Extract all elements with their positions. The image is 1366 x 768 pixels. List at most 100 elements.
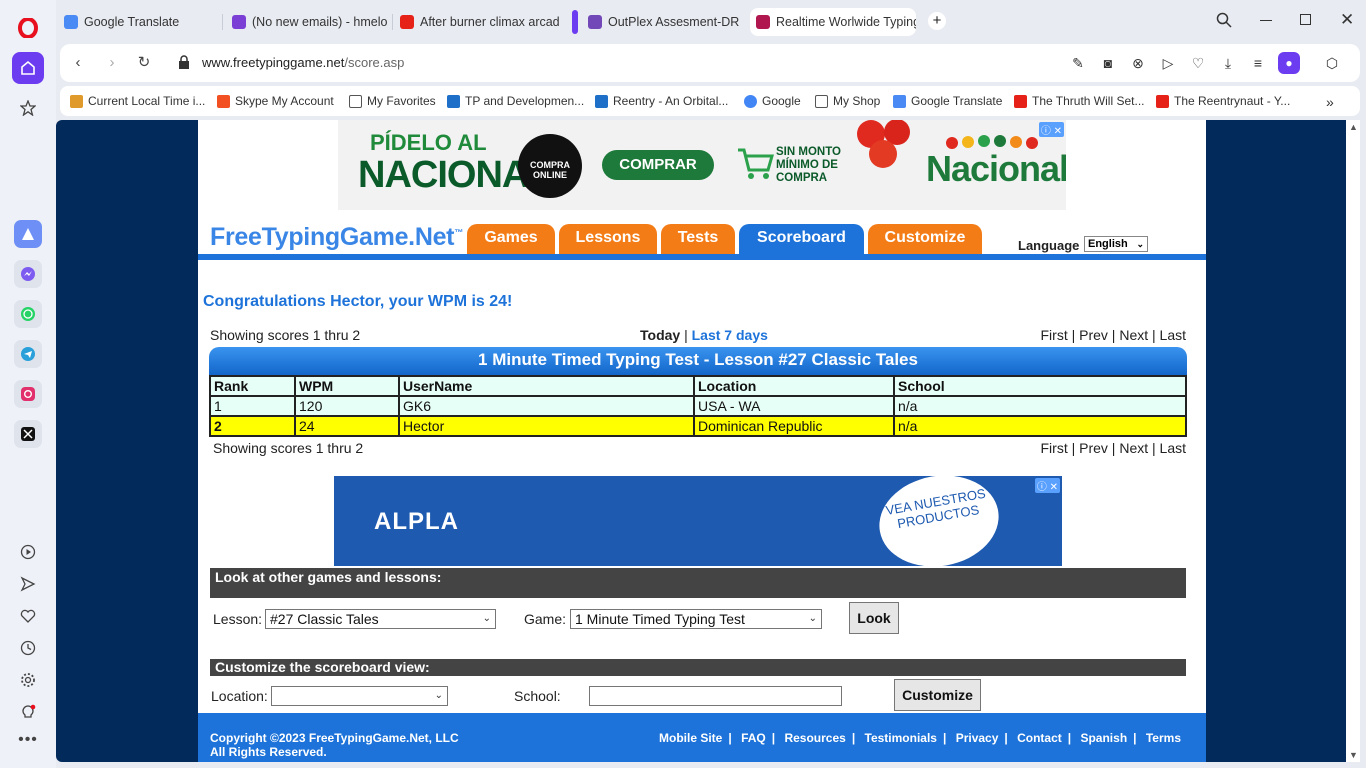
send-icon[interactable] [12,568,44,600]
tab-youtube[interactable]: After burner climax arcade [394,8,560,36]
settings-gear-icon[interactable] [12,664,44,696]
url-text[interactable]: www.freetypinggame.net/score.asp [202,55,404,70]
header-username[interactable]: UserName [398,375,695,397]
minimize-icon[interactable] [1260,20,1272,21]
edit-icon[interactable]: ✎ [1070,55,1086,71]
youtube-icon [400,15,414,29]
scroll-up-icon[interactable]: ▲ [1349,122,1358,132]
lesson-value: #27 Classic Tales [270,611,379,627]
header-school[interactable]: School [893,375,1187,397]
school-input[interactable] [589,686,842,706]
player-icon[interactable] [12,536,44,568]
address-bar[interactable]: ‹ › ↻ www.freetypinggame.net/score.asp ✎… [60,44,1360,82]
nav-tab-games[interactable]: Games [467,224,555,256]
bookmark-item[interactable]: Google [744,94,801,108]
footer-link-resources[interactable]: Resources [784,731,845,745]
bookmark-item[interactable]: Reentry - An Orbital... [595,94,728,108]
new-tab-plus-icon[interactable]: + [928,12,946,30]
nav-tab-tests[interactable]: Tests [661,224,735,256]
ad-cta[interactable]: VEA NUESTROS PRODUCTOS [872,476,1006,566]
tab-search-icon[interactable] [1216,12,1232,32]
pinboard-heart-icon[interactable]: ♡ [1190,55,1206,71]
nav-tab-lessons[interactable]: Lessons [559,224,657,256]
location-select[interactable]: ⌄ [271,686,448,706]
download-icon[interactable]: ⤓ [1220,55,1236,71]
scroll-down-icon[interactable]: ▼ [1349,750,1358,760]
bookmarks-overflow-chevron-icon[interactable]: » [1326,94,1334,110]
ad-choices-icon[interactable]: ⓘ ✕ [1034,478,1060,493]
bookmark-item[interactable]: The Thruth Will Set... [1014,94,1144,108]
opera-logo-icon[interactable] [12,12,44,44]
bookmark-item[interactable]: TP and Developmen... [447,94,584,108]
profile-avatar-icon[interactable]: ● [1278,52,1300,74]
nav-tab-scoreboard[interactable]: Scoreboard [739,224,864,256]
bookmark-folder[interactable]: My Shop [815,94,880,108]
footer-link-faq[interactable]: FAQ [741,731,766,745]
pager-links[interactable]: First | Prev | Next | Last [1041,327,1187,343]
ad-choices-icon[interactable]: ⓘ ✕ [1038,122,1064,137]
more-dots-icon[interactable]: ••• [12,724,44,756]
customize-button[interactable]: Customize [894,679,981,711]
pager-links[interactable]: First | Prev | Next | Last [1041,440,1187,456]
flow-send-icon[interactable]: ▷ [1160,55,1176,71]
restore-icon[interactable] [1300,14,1311,25]
bookmark-folder[interactable]: My Favorites [349,94,436,108]
filter-today[interactable]: Today [640,327,680,343]
messenger-icon[interactable] [14,260,42,288]
x-twitter-icon[interactable] [14,420,42,448]
google-translate-icon [893,94,906,108]
bookmark-item[interactable]: Google Translate [893,94,1002,108]
page-scrollbar[interactable]: ▲ ▼ [1346,120,1360,762]
reload-icon[interactable]: ↻ [136,55,152,71]
top-advertisement[interactable]: PÍDELO AL NACIONAL COMPRA ONLINE COMPRAR… [338,120,1066,210]
filter-separator: | [684,327,688,343]
email-icon [232,15,246,29]
site-logo[interactable]: FreeTypingGame.Net™ [210,223,463,252]
footer-link-testimonials[interactable]: Testimonials [865,731,937,745]
tab-typing-active[interactable]: Realtime Worlwide Typing [750,8,916,36]
look-button[interactable]: Look [849,602,899,634]
bookmarks-star-icon[interactable] [12,92,44,124]
whatsapp-icon[interactable] [14,300,42,328]
forward-arrow-icon[interactable]: › [104,55,120,71]
footer-link-mobile-site[interactable]: Mobile Site [659,731,722,745]
tab-google-translate[interactable]: Google Translate [58,8,218,36]
footer-link-terms[interactable]: Terms [1146,731,1181,745]
heart-icon[interactable] [12,600,44,632]
tab-title: After burner climax arcade [420,15,560,29]
instagram-icon[interactable] [14,380,42,408]
home-icon[interactable] [12,52,44,84]
header-wpm[interactable]: WPM [294,375,400,397]
bottom-advertisement[interactable]: ALPLA VEA NUESTROS PRODUCTOS ⓘ ✕ [334,476,1062,566]
nav-tab-customize[interactable]: Customize [868,224,982,256]
tab-outplex[interactable]: OutPlex Assesment-DR [582,8,744,36]
snapshot-camera-icon[interactable]: ◙ [1100,55,1116,71]
filter-last-7-days[interactable]: Last 7 days [692,327,768,343]
ad-comprar-button[interactable]: COMPRAR [602,150,714,180]
bookmark-label: TP and Developmen... [465,94,585,108]
back-arrow-icon[interactable]: ‹ [70,55,86,71]
telegram-icon[interactable] [14,340,42,368]
footer-link-contact[interactable]: Contact [1017,731,1062,745]
header-rank[interactable]: Rank [209,375,296,397]
youtube-icon [1014,94,1027,108]
tab-email[interactable]: (No new emails) - hmelo2 [226,8,388,36]
easy-setup-icon[interactable]: ≡ [1250,55,1266,71]
footer-link-spanish[interactable]: Spanish [1080,731,1127,745]
extensions-cube-icon[interactable]: ⬡ [1324,55,1340,71]
bookmark-item[interactable]: The Reentrynaut - Y... [1156,94,1290,108]
history-clock-icon[interactable] [12,632,44,664]
adblock-icon[interactable]: ⊗ [1130,55,1146,71]
site-logo-text: FreeTypingGame.Net [210,223,455,251]
bookmark-item[interactable]: Current Local Time i... [70,94,205,108]
microsoft-icon [217,94,230,108]
bookmark-item[interactable]: Skype My Account [217,94,334,108]
aria-icon[interactable] [14,220,42,248]
language-select[interactable]: English ⌄ [1084,236,1148,252]
game-select[interactable]: 1 Minute Timed Typing Test ⌄ [570,609,822,629]
lesson-select[interactable]: #27 Classic Tales ⌄ [265,609,496,629]
language-value: English [1088,238,1128,250]
footer-link-privacy[interactable]: Privacy [956,731,999,745]
close-window-icon[interactable]: ✕ [1340,10,1354,30]
header-location[interactable]: Location [693,375,895,397]
